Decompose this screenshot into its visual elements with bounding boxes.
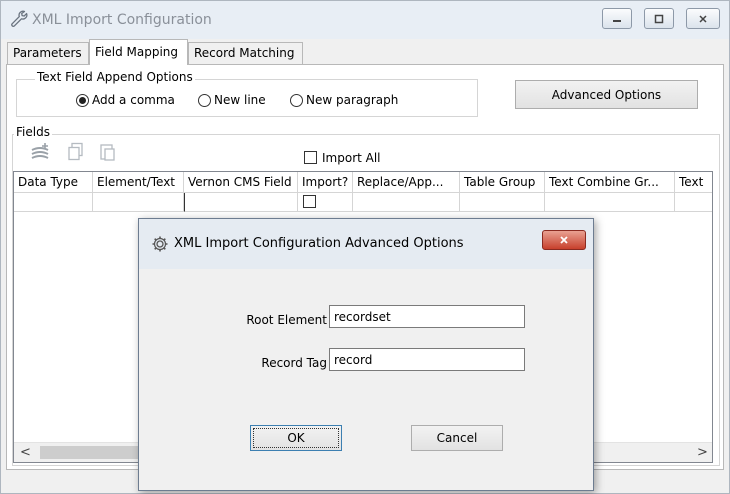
- radio-new-line-label: New line: [214, 93, 266, 107]
- table-cell[interactable]: [14, 193, 93, 212]
- title-bar[interactable]: XML Import Configuration: [1, 1, 729, 39]
- import-all-label: Import All: [322, 151, 381, 165]
- dialog-body: Root Element Record Tag OK Cancel: [148, 269, 584, 481]
- close-icon: [560, 236, 568, 244]
- column-header[interactable]: Text: [675, 172, 712, 193]
- radio-unselected-icon: [198, 93, 211, 107]
- ok-button[interactable]: OK: [250, 425, 342, 451]
- column-header[interactable]: Data Type: [14, 172, 93, 193]
- minimize-icon: [613, 19, 621, 22]
- radio-add-comma[interactable]: Add a comma: [76, 93, 175, 107]
- tab-parameters[interactable]: Parameters: [7, 42, 89, 64]
- close-icon: [699, 14, 707, 23]
- table-cell[interactable]: [184, 193, 298, 212]
- import-all-checkbox[interactable]: [304, 151, 317, 164]
- dialog-title-bar[interactable]: XML Import Configuration Advanced Option…: [139, 219, 593, 269]
- radio-new-paragraph-label: New paragraph: [306, 93, 399, 107]
- wrench-icon: [11, 10, 28, 27]
- radio-add-comma-label: Add a comma: [92, 93, 175, 107]
- column-header[interactable]: Table Group: [460, 172, 545, 193]
- radio-selected-icon: [76, 93, 89, 107]
- advanced-options-button[interactable]: Advanced Options: [515, 80, 698, 109]
- table-cell[interactable]: [545, 193, 675, 212]
- append-options-label: Text Field Append Options: [35, 70, 195, 84]
- fields-label: Fields: [14, 125, 52, 139]
- table-cell[interactable]: [675, 193, 712, 212]
- table-cell[interactable]: [353, 193, 460, 212]
- radio-new-line[interactable]: New line: [198, 93, 266, 107]
- column-header[interactable]: Vernon CMS Field: [184, 172, 298, 193]
- column-header[interactable]: Element/Text: [93, 172, 184, 193]
- tab-record-matching[interactable]: Record Matching: [188, 42, 303, 64]
- import-row-checkbox[interactable]: [303, 195, 316, 208]
- record-tag-input[interactable]: [329, 348, 525, 371]
- table-cell[interactable]: [298, 193, 353, 212]
- advanced-options-dialog: XML Import Configuration Advanced Option…: [138, 218, 594, 491]
- maximize-button[interactable]: [644, 8, 674, 29]
- column-header[interactable]: Import?: [298, 172, 353, 193]
- radio-new-paragraph[interactable]: New paragraph: [290, 93, 398, 107]
- window-title: XML Import Configuration: [32, 12, 212, 28]
- gear-icon: [152, 236, 168, 252]
- scroll-left-arrow[interactable]: <: [20, 445, 31, 460]
- tab-field-mapping[interactable]: Field Mapping: [89, 39, 188, 65]
- add-fields-icon[interactable]: [29, 142, 51, 162]
- root-element-input[interactable]: [329, 305, 525, 328]
- paste-icon[interactable]: [98, 142, 116, 162]
- maximize-icon: [654, 14, 664, 23]
- root-element-label: Root Element: [246, 313, 327, 327]
- column-header[interactable]: Text Combine Gr...: [545, 172, 675, 193]
- scroll-right-arrow[interactable]: >: [697, 445, 708, 460]
- table-cell[interactable]: [460, 193, 545, 212]
- record-tag-label: Record Tag: [261, 356, 327, 370]
- cancel-button[interactable]: Cancel: [411, 425, 503, 451]
- table-cell[interactable]: [93, 193, 184, 212]
- minimize-button[interactable]: [602, 8, 632, 29]
- radio-unselected-icon: [290, 93, 303, 107]
- close-button[interactable]: [686, 8, 720, 29]
- column-header[interactable]: Replace/App...: [353, 172, 460, 193]
- copy-icon[interactable]: [67, 142, 85, 162]
- dialog-close-button[interactable]: [542, 230, 586, 250]
- dialog-title: XML Import Configuration Advanced Option…: [174, 236, 464, 251]
